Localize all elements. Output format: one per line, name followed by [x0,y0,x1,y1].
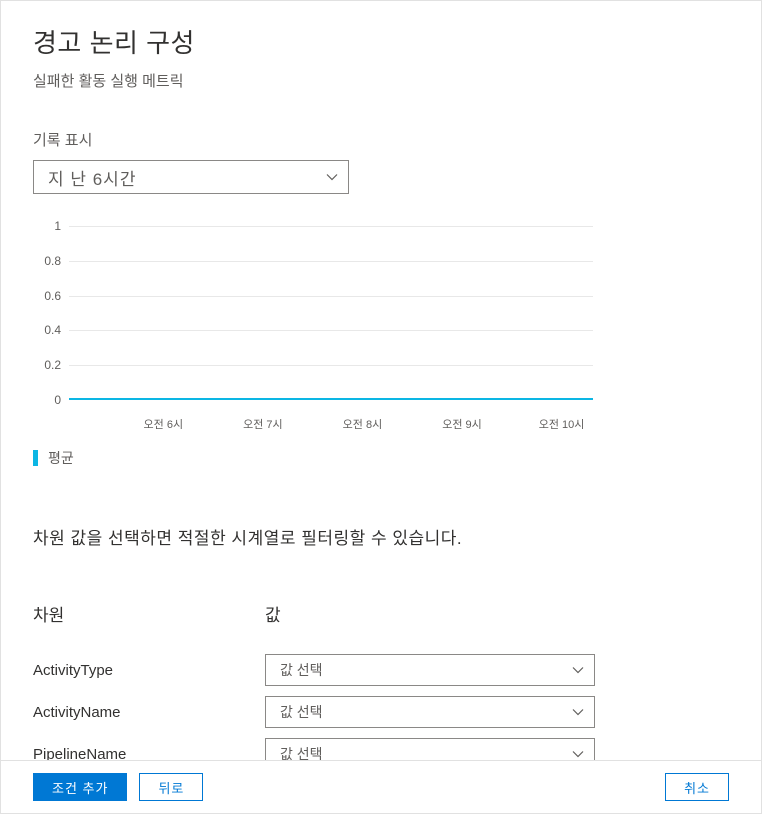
dimension-value-placeholder: 값 선택 [280,660,323,680]
grid-line [69,365,593,366]
grid-line [69,296,593,297]
x-tick: 오전 10시 [539,416,585,432]
chevron-down-icon [572,750,584,758]
y-tick: 0.4 [33,323,61,337]
y-tick: 0 [33,393,61,407]
dimension-help-text: 차원 값을 선택하면 적절한 시계열로 필터링할 수 있습니다. [33,524,729,549]
chevron-down-icon [326,173,338,181]
history-dropdown[interactable]: 지 난 6시간 [33,160,349,194]
x-axis: 오전 6시 오전 7시 오전 8시 오전 9시 오전 10시 [69,416,593,436]
dimension-name: ActivityType [33,662,265,679]
x-tick: 오전 8시 [343,416,383,432]
history-label: 기록 표시 [33,129,729,150]
back-button[interactable]: 뒤로 [139,773,203,801]
dimensions-header-name: 차원 [33,601,265,626]
cancel-button[interactable]: 취소 [665,773,729,801]
history-dropdown-value: 지 난 6시간 [48,165,136,190]
dimension-value-placeholder: 값 선택 [280,702,323,722]
panel-content: 경고 논리 구성 실패한 활동 실행 메트릭 기록 표시 지 난 6시간 1 0… [1,1,761,760]
chevron-down-icon [572,708,584,716]
x-tick: 오전 9시 [442,416,482,432]
add-condition-button[interactable]: 조건 추가 [33,773,127,801]
x-tick: 오전 7시 [243,416,283,432]
metric-chart: 1 0.8 0.6 0.4 0.2 0 오전 6시 오전 7시 오전 8시 오전… [33,220,729,468]
grid-line [69,261,593,262]
panel-footer: 조건 추가 뒤로 취소 [1,760,761,813]
legend-swatch [33,450,38,466]
dimensions-header-value: 값 [265,601,281,626]
y-tick: 1 [33,219,61,233]
y-tick: 0.2 [33,358,61,372]
dimension-row: ActivityType 값 선택 [33,654,729,686]
chevron-down-icon [572,666,584,674]
dimension-value-dropdown[interactable]: 값 선택 [265,654,595,686]
dimension-name: PipelineName [33,746,265,761]
dimension-name: ActivityName [33,704,265,721]
x-tick: 오전 6시 [144,416,184,432]
dimensions-table: 차원 값 ActivityType 값 선택 ActivityName 값 선택 [33,601,729,760]
chart-plot-area: 1 0.8 0.6 0.4 0.2 0 [33,220,593,410]
dimension-row: PipelineName 값 선택 [33,738,729,760]
chart-legend: 평균 [33,448,729,468]
dimension-value-dropdown[interactable]: 값 선택 [265,696,595,728]
series-line-average [69,398,593,400]
dimension-value-dropdown[interactable]: 값 선택 [265,738,595,760]
page-title: 경고 논리 구성 [33,23,729,60]
y-tick: 0.6 [33,289,61,303]
grid-line [69,330,593,331]
dimension-value-placeholder: 값 선택 [280,744,323,760]
legend-label: 평균 [48,448,74,468]
grid-line [69,226,593,227]
metric-subtitle: 실패한 활동 실행 메트릭 [33,70,729,91]
alert-logic-panel: 경고 논리 구성 실패한 활동 실행 메트릭 기록 표시 지 난 6시간 1 0… [0,0,762,814]
dimensions-header: 차원 값 [33,601,729,626]
y-tick: 0.8 [33,254,61,268]
dimension-row: ActivityName 값 선택 [33,696,729,728]
